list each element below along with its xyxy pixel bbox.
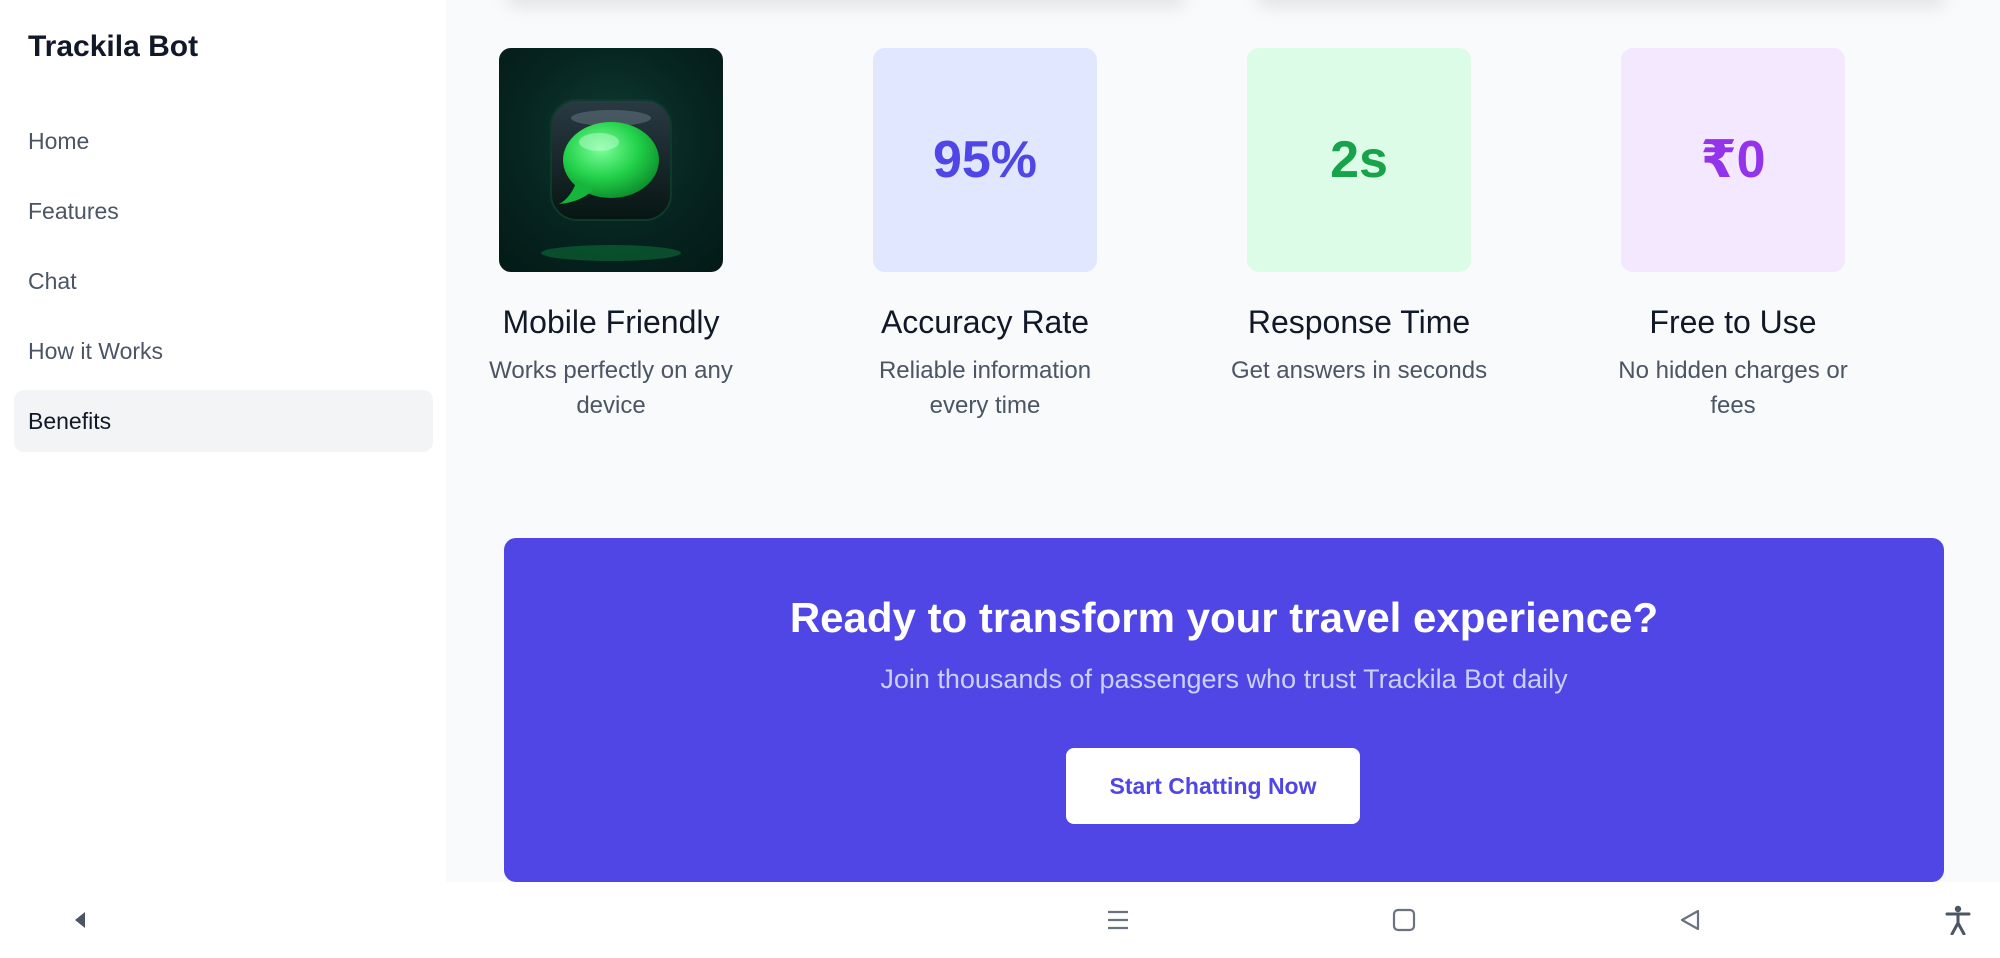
benefit-title: Response Time (1247, 304, 1471, 340)
sidebar-item-benefits[interactable]: Benefits (14, 390, 433, 452)
benefit-title: Free to Use (1649, 304, 1817, 340)
cta-banner: Ready to transform your travel experienc… (504, 538, 1944, 882)
benefit-card-accuracy: 95% Accuracy Rate Reliable information e… (820, 48, 1150, 423)
benefit-description: Works perfectly on any device (489, 357, 733, 419)
app-root: Trackila Bot Home Features Chat How it W… (0, 0, 2000, 958)
benefit-title: Mobile Friendly (502, 304, 720, 340)
home-square-icon[interactable] (1388, 904, 1420, 936)
benefit-description: Reliable information every time (878, 357, 1092, 419)
back-icon[interactable] (1674, 904, 1706, 936)
sidebar-item-features[interactable]: Features (14, 180, 433, 242)
sidebar-item-chat[interactable]: Chat (14, 250, 433, 312)
brand-title: Trackila Bot (28, 30, 199, 63)
chat-bubble-image (499, 48, 723, 272)
system-nav-bar (0, 882, 2000, 958)
benefit-description: No hidden charges or fees (1618, 357, 1848, 419)
back-triangle-icon[interactable] (64, 904, 96, 936)
chat-bubble-icon (541, 99, 681, 261)
benefit-title: Accuracy Rate (880, 304, 1090, 340)
recents-icon[interactable] (1102, 904, 1134, 936)
benefit-description: Get answers in seconds (1230, 357, 1488, 384)
benefit-card-free: ₹0 Free to Use No hidden charges or fees (1568, 48, 1898, 423)
benefit-card-response: 2s Response Time Get answers in seconds (1194, 48, 1524, 388)
sidebar: Trackila Bot Home Features Chat How it W… (0, 0, 446, 882)
stat-tile: 95% (873, 48, 1097, 272)
sidebar-item-home[interactable]: Home (14, 110, 433, 172)
stat-tile: ₹0 (1621, 48, 1845, 272)
benefit-card-mobile: Mobile Friendly Works perfectly on any d… (446, 48, 776, 423)
cta-title: Ready to transform your travel experienc… (789, 594, 1659, 641)
main-content: Mobile Friendly Works perfectly on any d… (446, 0, 2000, 882)
cta-subtitle: Join thousands of passengers who trust T… (880, 664, 1568, 694)
sidebar-nav: Home Features Chat How it Works Benefits (14, 110, 433, 460)
sidebar-item-how-it-works[interactable]: How it Works (14, 320, 433, 382)
stat-tile: 2s (1247, 48, 1471, 272)
start-chatting-button[interactable]: Start Chatting Now (1066, 748, 1360, 824)
accessibility-icon[interactable] (1942, 904, 1974, 936)
